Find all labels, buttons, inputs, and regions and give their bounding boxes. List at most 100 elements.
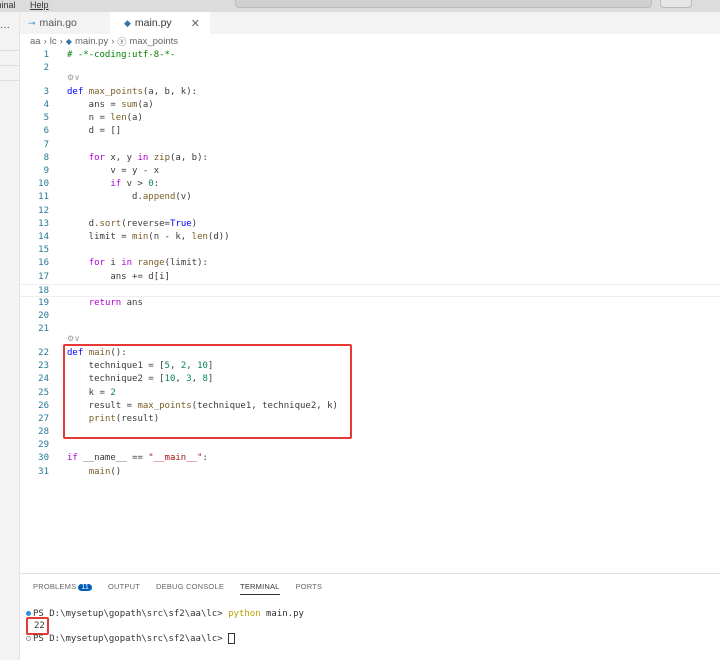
python-icon: ◆ <box>124 17 131 28</box>
code-line[interactable]: 6 d = [] <box>20 125 720 138</box>
terminal-cursor[interactable] <box>228 633 236 644</box>
tab-main-go[interactable]: ⊸ main.go <box>20 12 110 34</box>
code-line[interactable]: 8 for x, y in zip(a, b): <box>20 152 720 165</box>
code-line[interactable]: 7 <box>20 139 720 152</box>
code-token: : <box>202 453 208 464</box>
code-token: d. <box>67 192 143 203</box>
line-number: 19 <box>38 297 49 308</box>
tab-output[interactable]: OUTPUT <box>108 582 140 595</box>
close-icon[interactable]: ✕ <box>191 17 200 30</box>
code-token: (n - k, <box>148 231 192 242</box>
code-text: ans = sum(a) <box>67 99 154 112</box>
code-line[interactable]: 16 for i in range(limit): <box>20 257 720 270</box>
line-number: 3 <box>43 86 49 97</box>
code-line[interactable]: 18 <box>20 283 720 297</box>
command-center-search[interactable] <box>235 0 652 8</box>
code-token: for <box>88 152 105 163</box>
code-line[interactable]: 31 main() <box>20 466 720 479</box>
code-token: len <box>110 113 127 124</box>
line-number: 20 <box>38 311 49 322</box>
line-number: 7 <box>43 139 49 150</box>
code-text: # -*-coding:utf-8-*- <box>67 49 175 62</box>
code-line[interactable]: 2 <box>20 62 720 75</box>
copilot-button[interactable] <box>660 0 692 8</box>
tab-problems[interactable]: PROBLEMS 11 <box>33 582 92 595</box>
code-token: v > <box>121 179 149 190</box>
tab-debug-console[interactable]: DEBUG CONSOLE <box>156 582 224 595</box>
tab-main-py[interactable]: ◆ main.py ✕ <box>110 12 210 34</box>
line-number: 25 <box>38 387 49 398</box>
line-number: 31 <box>38 466 49 477</box>
code-line[interactable]: 11 d.append(v) <box>20 191 720 204</box>
code-line[interactable]: 29 <box>20 439 720 452</box>
line-number: 26 <box>38 400 49 411</box>
code-token: (a, b, k): <box>142 86 198 97</box>
function-icon: ⓨ <box>117 37 127 47</box>
tab-label: main.py <box>134 17 172 29</box>
code-text: limit = min(n - k, len(d)) <box>67 231 230 244</box>
breadcrumb-symbol[interactable]: max_points <box>129 36 178 47</box>
terminal-prompt: PS D:\mysetup\gopath\src\sf2\aa\lc> <box>33 609 229 619</box>
code-line[interactable]: 3 def max_points(a, b, k): <box>20 86 720 99</box>
code-token: sort <box>99 218 122 229</box>
code-line[interactable]: 14 limit = min(n - k, len(d)) <box>20 231 720 244</box>
line-number: 21 <box>38 324 49 335</box>
breadcrumb-lc[interactable]: lc <box>50 36 57 47</box>
explorer-sidebar: ··· <box>0 10 20 660</box>
bottom-panel: PROBLEMS 11 OUTPUT DEBUG CONSOLE TERMINAL… <box>20 573 720 660</box>
codelens-icon[interactable]: ⚙∨ <box>67 334 80 343</box>
more-actions-icon[interactable]: ··· <box>0 22 10 33</box>
code-line[interactable]: 20 <box>20 310 720 323</box>
code-token: x, y <box>104 152 138 163</box>
code-token: if <box>67 453 78 464</box>
line-number: 1 <box>43 50 49 60</box>
code-line[interactable]: 15 <box>20 244 720 257</box>
code-line[interactable]: 4 ans = sum(a) <box>20 99 720 112</box>
breadcrumb-aa[interactable]: aa <box>30 36 41 47</box>
line-number: 17 <box>38 271 49 282</box>
code-token: range <box>137 258 165 269</box>
menu-terminal[interactable]: minal <box>0 0 16 11</box>
divider <box>0 80 20 81</box>
code-line[interactable]: 19 return ans <box>20 297 720 310</box>
breadcrumb: aa › lc › ◆ main.py › ⓨ max_points <box>30 35 178 48</box>
code-token: () <box>110 466 122 477</box>
tab-ports[interactable]: PORTS <box>296 582 323 595</box>
terminal-line: PS D:\mysetup\gopath\src\sf2\aa\lc> pyth… <box>26 609 304 619</box>
code-line[interactable]: 9 v = y - x <box>20 165 720 178</box>
code-line[interactable]: 21 <box>20 323 720 336</box>
chevron-right-icon: › <box>59 36 63 47</box>
code-token: ) <box>191 218 198 229</box>
code-text: n = len(a) <box>67 112 143 125</box>
code-token: if <box>110 179 122 190</box>
line-number: 10 <box>38 179 49 190</box>
line-number: 13 <box>38 218 49 229</box>
code-line[interactable]: 13 d.sort(reverse=True) <box>20 218 720 231</box>
menu-help[interactable]: Help <box>30 0 49 11</box>
code-line[interactable]: 17 ans += d[i] <box>20 271 720 284</box>
code-token: True <box>169 218 192 229</box>
line-number: 24 <box>38 374 49 385</box>
tab-terminal[interactable]: TERMINAL <box>240 582 280 595</box>
line-number: 9 <box>43 166 49 176</box>
chevron-right-icon: › <box>111 36 115 47</box>
code-text: d.append(v) <box>67 191 192 204</box>
code-token: (a, b): <box>170 152 208 163</box>
line-number: 11 <box>38 192 49 203</box>
code-token: i <box>104 258 122 269</box>
code-token: main <box>88 466 111 477</box>
code-text: for i in range(limit): <box>67 257 208 270</box>
editor-tabs: ⊸ main.go ◆ main.py ✕ <box>20 12 720 34</box>
code-token: ans <box>121 297 143 308</box>
codelens[interactable]: ⚙∨ <box>20 73 720 86</box>
breadcrumb-file[interactable]: main.py <box>75 36 108 47</box>
codelens-icon[interactable]: ⚙∨ <box>67 73 80 82</box>
code-line[interactable]: 10 if v > 0: <box>20 178 720 191</box>
code-line[interactable]: 1 # -*-coding:utf-8-*- <box>20 49 720 62</box>
code-line[interactable]: 5 n = len(a) <box>20 112 720 125</box>
code-line[interactable]: 30 if __name__ == "__main__": <box>20 452 720 465</box>
code-line[interactable]: 12 <box>20 205 720 218</box>
